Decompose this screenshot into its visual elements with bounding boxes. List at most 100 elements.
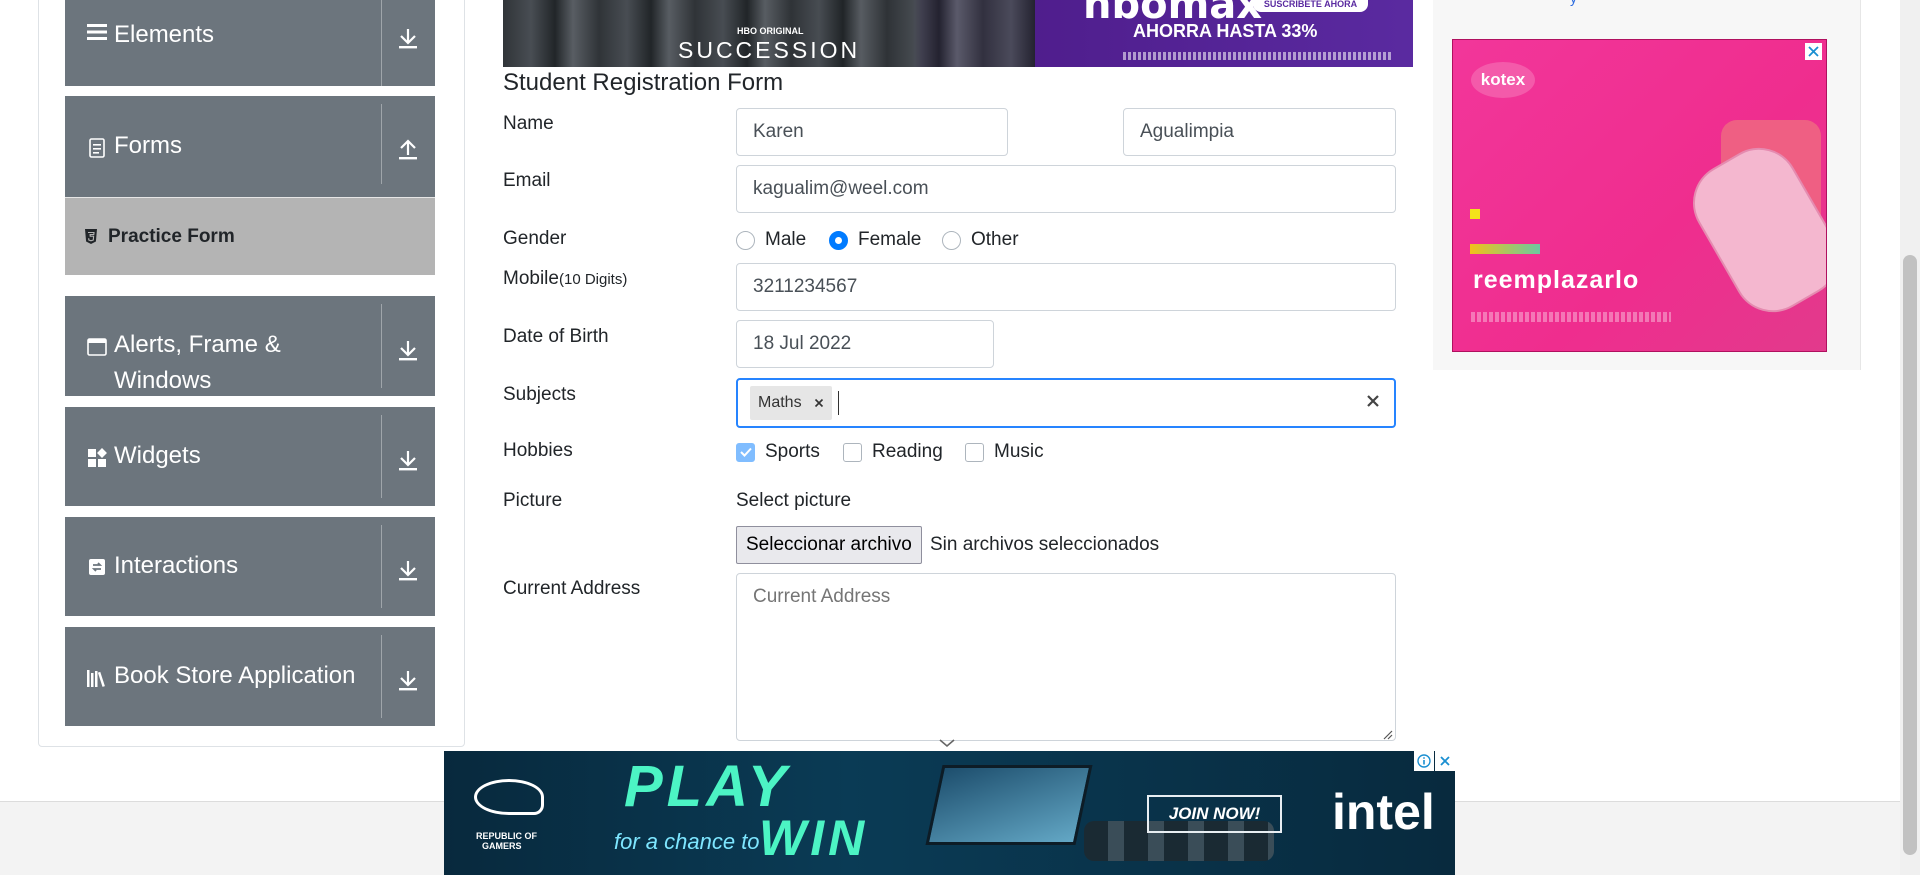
close-icon[interactable] bbox=[1805, 43, 1822, 60]
checkbox-label[interactable]: Reading bbox=[872, 441, 943, 463]
hobby-checkbox-sports[interactable]: Sports bbox=[736, 441, 820, 463]
checkbox[interactable] bbox=[965, 442, 984, 462]
divider bbox=[381, 635, 382, 718]
gender-radio-female[interactable]: Female bbox=[829, 229, 921, 251]
side-ad[interactable]: kotex reemplazarlo bbox=[1452, 39, 1827, 352]
top-banner-ad[interactable]: HBO ORIGINAL SUCCESSION hbomax SUSCRÍBET… bbox=[503, 0, 1413, 67]
info-icon[interactable] bbox=[1414, 751, 1434, 771]
mobile-field[interactable] bbox=[736, 263, 1396, 311]
sidebar-group-title: Book Store Application bbox=[114, 662, 356, 689]
download-arrow-icon[interactable] bbox=[393, 665, 423, 695]
books-icon bbox=[86, 668, 108, 688]
download-arrow-icon[interactable] bbox=[393, 335, 423, 365]
file-status-text: Sin archivos seleccionados bbox=[930, 534, 1160, 555]
ad-headline: reemplazarlo bbox=[1473, 266, 1640, 294]
html5-icon bbox=[83, 228, 99, 245]
document-icon bbox=[86, 138, 108, 158]
ad-brand-line: REPUBLIC OF bbox=[476, 831, 538, 841]
scrollbar-thumb[interactable] bbox=[1903, 255, 1917, 855]
last-name-input[interactable] bbox=[1123, 108, 1396, 156]
ad-controls bbox=[1413, 751, 1455, 771]
sidebar-group-book-store[interactable]: Book Store Application bbox=[65, 627, 435, 726]
ad-subheadline: for a chance to bbox=[614, 829, 760, 854]
gender-radio-other[interactable]: Other bbox=[942, 229, 1019, 251]
subjects-label: Subjects bbox=[503, 384, 576, 405]
radio-button[interactable] bbox=[736, 230, 755, 250]
sidebar-group-title: Elements bbox=[114, 21, 215, 48]
ad-cta-button[interactable]: SUSCRÍBETE AHORA bbox=[1253, 0, 1368, 12]
picture-label: Picture bbox=[503, 490, 563, 511]
menu-bars-icon bbox=[86, 23, 108, 41]
hobby-checkbox-reading[interactable]: Reading bbox=[843, 441, 943, 463]
interactions-icon bbox=[86, 558, 108, 576]
mobile-label: Mobile(10 Digits) bbox=[503, 268, 627, 290]
ad-brand-line: GAMERS bbox=[482, 841, 522, 851]
mobile-hint: (10 Digits) bbox=[558, 271, 628, 288]
sidebar-item-practice-form[interactable]: Practice Form bbox=[65, 197, 435, 275]
sidebar-group-interactions[interactable]: Interactions bbox=[65, 517, 435, 616]
bottom-banner-ad[interactable]: REPUBLIC OF GAMERS PLAY for a chance to … bbox=[444, 751, 1455, 875]
sidebar-group-elements[interactable]: Elements bbox=[65, 0, 435, 86]
hobby-checkbox-music[interactable]: Music bbox=[965, 441, 1044, 463]
text-cursor bbox=[837, 391, 839, 415]
rog-logo-icon bbox=[474, 779, 544, 815]
download-arrow-icon[interactable] bbox=[393, 23, 423, 53]
checkbox[interactable] bbox=[736, 442, 755, 462]
divider bbox=[381, 525, 382, 608]
resize-handle-icon[interactable] bbox=[1381, 727, 1393, 745]
checkbox[interactable] bbox=[843, 442, 862, 462]
hobbies-label: Hobbies bbox=[503, 440, 573, 461]
sidebar-group-forms[interactable]: Forms bbox=[65, 96, 435, 197]
ad-small-brand: HBO ORIGINAL bbox=[737, 26, 804, 36]
ad-show-title: SUCCESSION bbox=[678, 37, 861, 63]
subject-chip: Maths bbox=[750, 386, 832, 420]
date-of-birth-input[interactable] bbox=[736, 320, 994, 368]
mobile-label-text: Mobile bbox=[503, 268, 559, 289]
sidebar-group-title: Forms bbox=[114, 132, 182, 159]
ad-headline: WIN bbox=[759, 810, 869, 866]
ad-cta-button[interactable]: JOIN NOW! bbox=[1147, 795, 1282, 833]
email-label: Email bbox=[503, 170, 551, 191]
download-arrow-icon[interactable] bbox=[393, 555, 423, 585]
ad-offer-text: AHORRA HASTA 33% bbox=[1133, 21, 1318, 41]
email-field[interactable] bbox=[736, 165, 1396, 213]
widgets-icon bbox=[86, 448, 108, 468]
close-icon[interactable] bbox=[1435, 751, 1455, 771]
divider bbox=[381, 415, 382, 498]
ad-brand: intel bbox=[1332, 784, 1435, 840]
upload-arrow-icon[interactable] bbox=[393, 134, 423, 164]
ad-brand-text: REPUBLIC OF GAMERS bbox=[476, 831, 537, 851]
ad-decoration bbox=[1470, 244, 1540, 254]
current-address-label: Current Address bbox=[503, 578, 641, 599]
sidebar-group-alerts-frame-windows[interactable]: Alerts, Frame & Windows bbox=[65, 296, 435, 396]
name-label: Name bbox=[503, 113, 554, 134]
ad-decoration bbox=[1470, 209, 1480, 219]
radio-button[interactable] bbox=[942, 230, 961, 250]
first-name-input[interactable] bbox=[736, 108, 1008, 156]
radio-button[interactable] bbox=[829, 230, 848, 250]
gender-label: Gender bbox=[503, 228, 567, 249]
side-ad-link[interactable]: y bbox=[1570, 0, 1577, 6]
checkbox-label[interactable]: Sports bbox=[765, 441, 820, 463]
divider bbox=[381, 0, 382, 86]
sidebar-group-widgets[interactable]: Widgets bbox=[65, 407, 435, 506]
subject-chip-label: Maths bbox=[758, 394, 802, 411]
sidebar-group-title-line: Alerts, Frame & bbox=[114, 331, 281, 358]
dob-label: Date of Birth bbox=[503, 326, 609, 347]
select-picture-label: Select picture bbox=[736, 490, 852, 511]
sidebar-group-title: Widgets bbox=[114, 442, 201, 469]
clear-icon[interactable] bbox=[1364, 392, 1382, 415]
radio-label[interactable]: Other bbox=[971, 229, 1019, 251]
checkbox-label[interactable]: Music bbox=[994, 441, 1044, 463]
ad-fine-print bbox=[1471, 312, 1671, 322]
current-address-textarea[interactable] bbox=[736, 573, 1396, 741]
download-arrow-icon[interactable] bbox=[393, 445, 423, 475]
window-icon bbox=[86, 338, 108, 356]
gender-radio-male[interactable]: Male bbox=[736, 229, 806, 251]
sidebar-item-label: Practice Form bbox=[108, 225, 235, 247]
radio-label[interactable]: Female bbox=[858, 229, 921, 251]
radio-label[interactable]: Male bbox=[765, 229, 806, 251]
choose-file-button[interactable]: Seleccionar archivo bbox=[736, 526, 922, 564]
subjects-input[interactable]: Maths bbox=[736, 378, 1396, 428]
remove-chip-icon[interactable] bbox=[808, 386, 832, 420]
